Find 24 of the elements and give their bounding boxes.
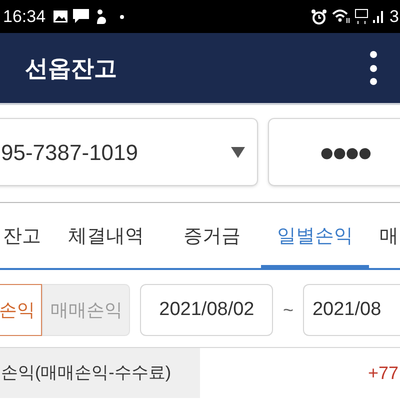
- range-separator: ~: [282, 298, 294, 322]
- signal-icon: [372, 10, 385, 23]
- mode-toggle[interactable]: 손익: [0, 284, 42, 336]
- alarm-icon: [310, 8, 327, 24]
- screen-title: 선옵잔고: [25, 54, 117, 83]
- tab[interactable]: 일별손익: [261, 220, 369, 270]
- wifi-icon: [332, 9, 350, 24]
- end-date-field[interactable]: 2021/08: [303, 284, 400, 336]
- tab[interactable]: 증거금: [163, 220, 261, 270]
- battery-percent: 3: [390, 6, 399, 28]
- start-date-field[interactable]: 2021/08/02: [140, 284, 273, 336]
- person-icon: [94, 9, 108, 24]
- image-icon: [52, 10, 68, 23]
- tab[interactable]: 체결내역: [49, 220, 163, 270]
- clock-time: 16:34: [3, 6, 46, 28]
- chat-icon: [72, 9, 89, 24]
- dropdown-caret-icon: [231, 146, 245, 158]
- tab[interactable]: 잔고: [0, 220, 49, 270]
- tab[interactable]: 매: [369, 220, 400, 270]
- summary-value: +77: [368, 362, 399, 384]
- more-options-icon[interactable]: [368, 51, 378, 85]
- account-dropdown[interactable]: 95-7387-1019: [0, 118, 258, 186]
- summary-label: 손익(매매손익-수수료): [0, 348, 200, 398]
- password-field[interactable]: ●●●●: [268, 118, 400, 186]
